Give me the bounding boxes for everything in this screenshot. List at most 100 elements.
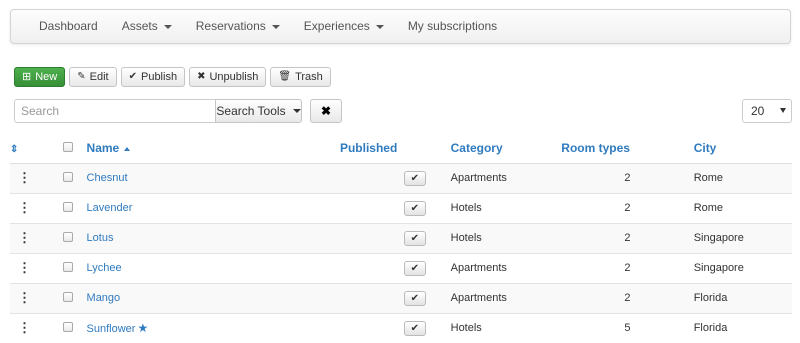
published-toggle[interactable]: ✔ <box>403 260 426 276</box>
caret-down-icon <box>292 109 301 113</box>
edit-button-label: Edit <box>89 71 109 83</box>
item-name-link[interactable]: Lotus <box>87 232 114 244</box>
unpublish-button[interactable]: ✖ Unpublish <box>189 67 267 87</box>
check-all-checkbox[interactable] <box>62 141 73 152</box>
name-header[interactable]: Name <box>86 133 340 164</box>
city-cell: Singapore <box>693 252 792 283</box>
nav-label: Dashboard <box>39 19 98 33</box>
room-types-cell: 2 <box>561 252 694 283</box>
room-types-cell: 2 <box>561 192 694 223</box>
drag-handle-icon[interactable]: ⋮ <box>18 290 31 305</box>
edit-icon: ✎ <box>77 71 86 82</box>
close-icon: ✖ <box>320 104 332 118</box>
room-types-header[interactable]: Room types <box>561 133 694 164</box>
row-checkbox[interactable] <box>62 201 73 212</box>
table-row: ⋮ Lotus ✔ Hotels 2 Singapore <box>10 222 792 253</box>
published-toggle[interactable]: ✔ <box>403 230 426 246</box>
search-tools-label: Search Tools <box>216 104 286 118</box>
city-header[interactable]: City <box>693 133 792 164</box>
search-input[interactable] <box>14 99 216 123</box>
nav-reservations[interactable]: Reservations <box>184 10 292 43</box>
room-types-cell: 2 <box>561 162 694 193</box>
items-table: ⇕ Name Published Category Room types Cit… <box>10 133 792 343</box>
check-cell <box>37 252 87 283</box>
drag-cell: ⋮ <box>10 312 38 343</box>
nav-experiences[interactable]: Experiences <box>292 10 396 43</box>
name-cell: Mango <box>86 282 340 313</box>
nav-label: Assets <box>121 19 158 33</box>
name-header-label: Name <box>86 140 120 155</box>
item-name-link[interactable]: Lavender <box>87 202 133 214</box>
row-checkbox[interactable] <box>62 321 73 332</box>
row-checkbox[interactable] <box>62 261 73 272</box>
check-cell <box>37 162 87 193</box>
category-header[interactable]: Category <box>450 133 562 164</box>
table-row: ⋮ Sunflower ★ ✔ Hotels 5 Florida <box>10 312 792 343</box>
item-name-link[interactable]: Lychee <box>87 262 122 274</box>
published-cell: ✔ <box>339 252 451 283</box>
drag-cell: ⋮ <box>10 282 38 313</box>
check-icon: ✔ <box>410 172 419 184</box>
x-icon: ✖ <box>197 71 206 82</box>
name-cell: Lavender <box>86 192 340 223</box>
room-types-header-label: Room types <box>561 140 630 155</box>
city-header-label: City <box>693 140 717 155</box>
drag-handle-icon[interactable]: ⋮ <box>18 260 31 275</box>
publish-button[interactable]: ✔ Publish <box>120 67 186 87</box>
name-cell: Chesnut <box>86 162 340 193</box>
nav-my-subscriptions[interactable]: My subscriptions <box>396 10 509 43</box>
ordering-header[interactable]: ⇕ <box>10 133 38 164</box>
sort-asc-icon <box>124 146 131 151</box>
category-cell: Hotels <box>450 192 562 223</box>
drag-handle-icon[interactable]: ⋮ <box>18 170 31 185</box>
drag-handle-icon[interactable]: ⋮ <box>18 230 31 245</box>
featured-star-icon[interactable]: ★ <box>137 321 148 335</box>
trash-button[interactable]: 🗑 Trash <box>270 67 331 87</box>
published-header[interactable]: Published <box>339 133 451 164</box>
trash-icon: 🗑 <box>278 71 292 82</box>
row-checkbox[interactable] <box>62 231 73 242</box>
published-cell: ✔ <box>339 222 451 253</box>
check-icon: ✔ <box>128 71 137 82</box>
edit-button[interactable]: ✎ Edit <box>69 67 117 87</box>
room-types-cell: 5 <box>561 312 694 343</box>
name-cell: Sunflower ★ <box>86 312 340 343</box>
nav-dashboard[interactable]: Dashboard <box>11 10 110 43</box>
category-cell: Apartments <box>450 282 562 313</box>
published-cell: ✔ <box>339 192 451 223</box>
search-tools-button[interactable]: Search Tools <box>215 99 302 123</box>
published-toggle[interactable]: ✔ <box>403 320 426 336</box>
top-navbar: Dashboard Assets Reservations Experience… <box>10 9 791 44</box>
published-cell: ✔ <box>339 162 451 193</box>
row-checkbox[interactable] <box>62 291 73 302</box>
city-cell: Rome <box>693 192 792 223</box>
check-cell <box>37 282 87 313</box>
published-toggle[interactable]: ✔ <box>403 170 426 186</box>
sort-icon: ⇕ <box>10 143 19 155</box>
table-row: ⋮ Lavender ✔ Hotels 2 Rome <box>10 192 792 223</box>
published-toggle[interactable]: ✔ <box>403 200 426 216</box>
city-cell: Florida <box>693 312 792 343</box>
nav-assets[interactable]: Assets <box>110 10 184 43</box>
drag-handle-icon[interactable]: ⋮ <box>18 200 31 215</box>
room-types-cell: 2 <box>561 282 694 313</box>
nav-label: Experiences <box>303 19 370 33</box>
category-cell: Hotels <box>450 312 562 343</box>
clear-search-button[interactable]: ✖ <box>310 99 342 123</box>
list-limit-value: 20 <box>751 104 765 118</box>
new-button[interactable]: ⊞ New <box>14 67 66 87</box>
category-cell: Apartments <box>450 162 562 193</box>
item-name-link[interactable]: Sunflower <box>87 323 136 335</box>
category-cell: Hotels <box>450 222 562 253</box>
city-cell: Florida <box>693 282 792 313</box>
published-cell: ✔ <box>339 312 451 343</box>
item-name-link[interactable]: Mango <box>87 292 121 304</box>
item-name-link[interactable]: Chesnut <box>87 172 128 184</box>
drag-cell: ⋮ <box>10 162 38 193</box>
drag-handle-icon[interactable]: ⋮ <box>18 320 31 335</box>
published-toggle[interactable]: ✔ <box>403 290 426 306</box>
toolbar: ⊞ New ✎ Edit ✔ Publish ✖ Unpublish 🗑 Tra… <box>14 67 331 87</box>
row-checkbox[interactable] <box>62 171 73 182</box>
drag-cell: ⋮ <box>10 252 38 283</box>
list-limit-select[interactable]: 20 <box>742 99 792 123</box>
